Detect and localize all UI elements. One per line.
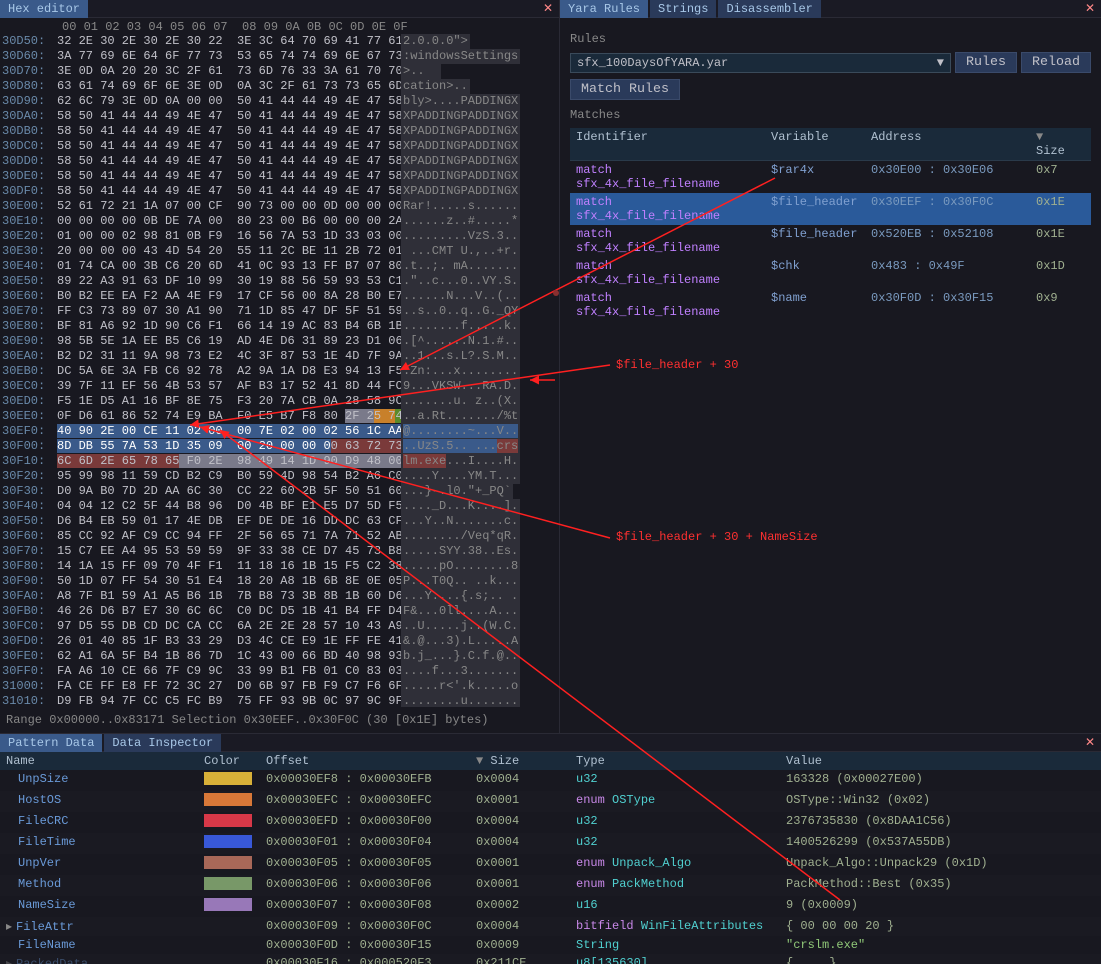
hex-row[interactable]: 30FA0:A8 7F B1 59 A1 A5 B6 1B 7B B8 73 3… [2,589,557,604]
annotation-file-header-30: $file_header + 30 [616,358,738,372]
hex-row[interactable]: 30F20:95 99 98 11 59 CD B2 C9 B0 59 4D 9… [2,469,557,484]
match-row[interactable]: match sfx_4x_file_filename$rar4x0x30E00 … [570,161,1091,193]
rules-file-dropdown[interactable]: sfx_100DaysOfYARA.yar ▼ [570,53,951,73]
pattern-row[interactable]: UnpVer0x00030F05 : 0x00030F050x0001enum … [0,854,1101,875]
match-row[interactable]: match sfx_4x_file_filename$file_header0x… [570,225,1091,257]
pattern-row[interactable]: ▸FileAttr0x00030F09 : 0x00030F0C0x0004bi… [0,917,1101,936]
hex-row[interactable]: 30DB0:58 50 41 44 44 49 4E 47 50 41 44 4… [2,124,557,139]
hex-row[interactable]: 30FD0:26 01 40 85 1F B3 33 29 D3 4C CE E… [2,634,557,649]
hex-row[interactable]: 30F40:04 04 12 C2 5F 44 B8 96 D0 4B BF E… [2,499,557,514]
hex-row[interactable]: 30E90:98 5B 5E 1A EE B5 C6 19 AD 4E D6 3… [2,334,557,349]
match-rules-button[interactable]: Match Rules [570,79,680,100]
close-icon[interactable]: ✕ [543,1,553,16]
hex-row[interactable]: 30F00:8D DB 55 7A 53 1D 35 09 00 20 00 0… [2,439,557,454]
close-icon[interactable]: ✕ [1085,735,1095,750]
hex-row[interactable]: 30E10:00 00 00 00 0B DE 7A 00 80 23 00 B… [2,214,557,229]
tab-hex-editor[interactable]: Hex editor [0,0,88,18]
hex-status-bar: Range 0x00000..0x83171 Selection 0x30EEF… [0,707,559,733]
hex-row[interactable]: 30E20:01 00 00 02 98 81 0B F9 16 56 7A 5… [2,229,557,244]
hex-row[interactable]: 30EE0:0F D6 61 86 52 74 E9 BA F0 E5 B7 F… [2,409,557,424]
tab-yara-rules[interactable]: Yara Rules [560,0,648,18]
hex-row[interactable]: 30E70:FF C3 73 89 07 30 A1 90 71 1D 85 4… [2,304,557,319]
match-row[interactable]: match sfx_4x_file_filename$file_header0x… [570,193,1091,225]
hex-row[interactable]: 30DE0:58 50 41 44 44 49 4E 47 50 41 44 4… [2,169,557,184]
annotation-file-header-30-namesize: $file_header + 30 + NameSize [616,530,818,544]
pattern-row[interactable]: Method0x00030F06 : 0x00030F060x0001enum … [0,875,1101,896]
hex-row[interactable]: 30ED0:F5 1E D5 A1 16 BF 8E 75 F3 20 7A C… [2,394,557,409]
hex-row[interactable]: 30F70:15 C7 EE A4 95 53 59 59 9F 33 38 C… [2,544,557,559]
tab-pattern-data[interactable]: Pattern Data [0,734,102,752]
hex-row[interactable]: 30FB0:46 26 D6 B7 E7 30 6C 6C C0 DC D5 1… [2,604,557,619]
hex-row[interactable]: 30D50:32 2E 30 2E 30 2E 30 22 3E 3C 64 7… [2,34,557,49]
pattern-header: Name Color Offset ▼ Size Type Value [0,752,1101,770]
hex-row[interactable]: 30EC0:39 7F 11 EF 56 4B 53 57 AF B3 17 5… [2,379,557,394]
matches-header: Identifier Variable Address ▼ Size [570,128,1091,161]
hex-row[interactable]: 30D70:3E 0D 0A 20 20 3C 2F 61 73 6D 76 3… [2,64,557,79]
hex-row[interactable]: 31010:D9 FB 94 7F CC C5 FC B9 75 FF 93 9… [2,694,557,707]
hex-row[interactable]: 30E60:B0 B2 EE EA F2 AA 4E F9 17 CF 56 0… [2,289,557,304]
matches-table: Identifier Variable Address ▼ Size match… [570,128,1091,321]
hex-row[interactable]: 30FE0:62 A1 6A 5F B4 1B 86 7D 1C 43 00 6… [2,649,557,664]
pattern-row[interactable]: ▸PackedData0x00030F16 : 0x000520F30x211C… [0,954,1101,964]
hex-row[interactable]: 30F60:85 CC 92 AF C9 CC 94 FF 2F 56 65 7… [2,529,557,544]
reload-button[interactable]: Reload [1021,52,1091,73]
hex-column-header: 00 01 02 03 04 05 06 07 08 09 0A 0B 0C 0… [2,20,557,34]
hex-row[interactable]: 30E30:20 00 00 00 43 4D 54 20 55 11 2C B… [2,244,557,259]
pattern-data-panel: Pattern Data Data Inspector ✕ Name Color… [0,733,1101,964]
hex-row[interactable]: 30E50:89 22 A3 91 63 DF 10 99 30 19 88 5… [2,274,557,289]
hex-row[interactable]: 30DA0:58 50 41 44 44 49 4E 47 50 41 44 4… [2,109,557,124]
pattern-row[interactable]: HostOS0x00030EFC : 0x00030EFC0x0001enum … [0,791,1101,812]
pattern-row[interactable]: NameSize0x00030F07 : 0x00030F080x0002u16… [0,896,1101,917]
pattern-row[interactable]: FileTime0x00030F01 : 0x00030F040x0004u32… [0,833,1101,854]
tab-data-inspector[interactable]: Data Inspector [104,734,221,752]
match-row[interactable]: match sfx_4x_file_filename$chk0x483 : 0x… [570,257,1091,289]
hex-row[interactable]: 30E40:01 74 CA 00 3B C6 20 6D 41 0C 93 1… [2,259,557,274]
matches-label: Matches [570,108,1091,122]
hex-row[interactable]: 30DC0:58 50 41 44 44 49 4E 47 50 41 44 4… [2,139,557,154]
hex-row[interactable]: 30F10:6C 6D 2E 65 78 65 F0 2E 98 49 14 1… [2,454,557,469]
chevron-down-icon: ▼ [937,56,944,70]
rules-label: Rules [570,32,1091,46]
hex-row[interactable]: 30F90:50 1D 07 FF 54 30 51 E4 18 20 A8 1… [2,574,557,589]
hex-row[interactable]: 30E80:BF 81 A6 92 1D 90 C6 F1 66 14 19 A… [2,319,557,334]
hex-row[interactable]: 30E00:52 61 72 21 1A 07 00 CF 90 73 00 0… [2,199,557,214]
hex-row[interactable]: 30DD0:58 50 41 44 44 49 4E 47 50 41 44 4… [2,154,557,169]
hex-row[interactable]: 30FF0:FA A6 10 CE 66 7F C9 9C 33 99 B1 F… [2,664,557,679]
hex-row[interactable]: 30F30:D0 9A B0 7D 2D AA 6C 30 CC 22 60 2… [2,484,557,499]
close-icon[interactable]: ✕ [1085,1,1095,16]
hex-row[interactable]: 30DF0:58 50 41 44 44 49 4E 47 50 41 44 4… [2,184,557,199]
tab-disassembler[interactable]: Disassembler [718,0,820,18]
hex-row[interactable]: 30EB0:DC 5A 6E 3A FB C6 92 78 A2 9A 1A D… [2,364,557,379]
hex-row[interactable]: 30D60:3A 77 69 6E 64 6F 77 73 53 65 74 7… [2,49,557,64]
hex-row[interactable]: 30EF0:40 90 2E 00 CE 11 02 00 00 7E 02 0… [2,424,557,439]
rules-button[interactable]: Rules [955,52,1017,73]
hex-row[interactable]: 30EA0:B2 D2 31 11 9A 98 73 E2 4C 3F 87 5… [2,349,557,364]
hex-row[interactable]: 30FC0:97 D5 55 DB CD DC CA CC 6A 2E 2E 2… [2,619,557,634]
pattern-row[interactable]: FileName0x00030F0D : 0x00030F150x0009Str… [0,936,1101,954]
hex-editor-panel: Hex editor ✕ 00 01 02 03 04 05 06 07 08 … [0,0,560,733]
hex-row[interactable]: 30D80:63 61 74 69 6F 6E 3E 0D 0A 3C 2F 6… [2,79,557,94]
hex-row[interactable]: 30D90:62 6C 79 3E 0D 0A 00 00 50 41 44 4… [2,94,557,109]
hex-row[interactable]: 30F50:D6 B4 EB 59 01 17 4E DB EF DE DE 1… [2,514,557,529]
match-row[interactable]: match sfx_4x_file_filename$name0x30F0D :… [570,289,1091,321]
pattern-row[interactable]: UnpSize0x00030EF8 : 0x00030EFB0x0004u321… [0,770,1101,791]
tab-strings[interactable]: Strings [650,0,716,18]
hex-dump[interactable]: 00 01 02 03 04 05 06 07 08 09 0A 0B 0C 0… [0,18,559,707]
hex-row[interactable]: 30F80:14 1A 15 FF 09 70 4F F1 11 18 16 1… [2,559,557,574]
hex-row[interactable]: 31000:FA CE FF E8 FF 72 3C 27 D0 6B 97 F… [2,679,557,694]
pattern-row[interactable]: FileCRC0x00030EFD : 0x00030F000x0004u322… [0,812,1101,833]
